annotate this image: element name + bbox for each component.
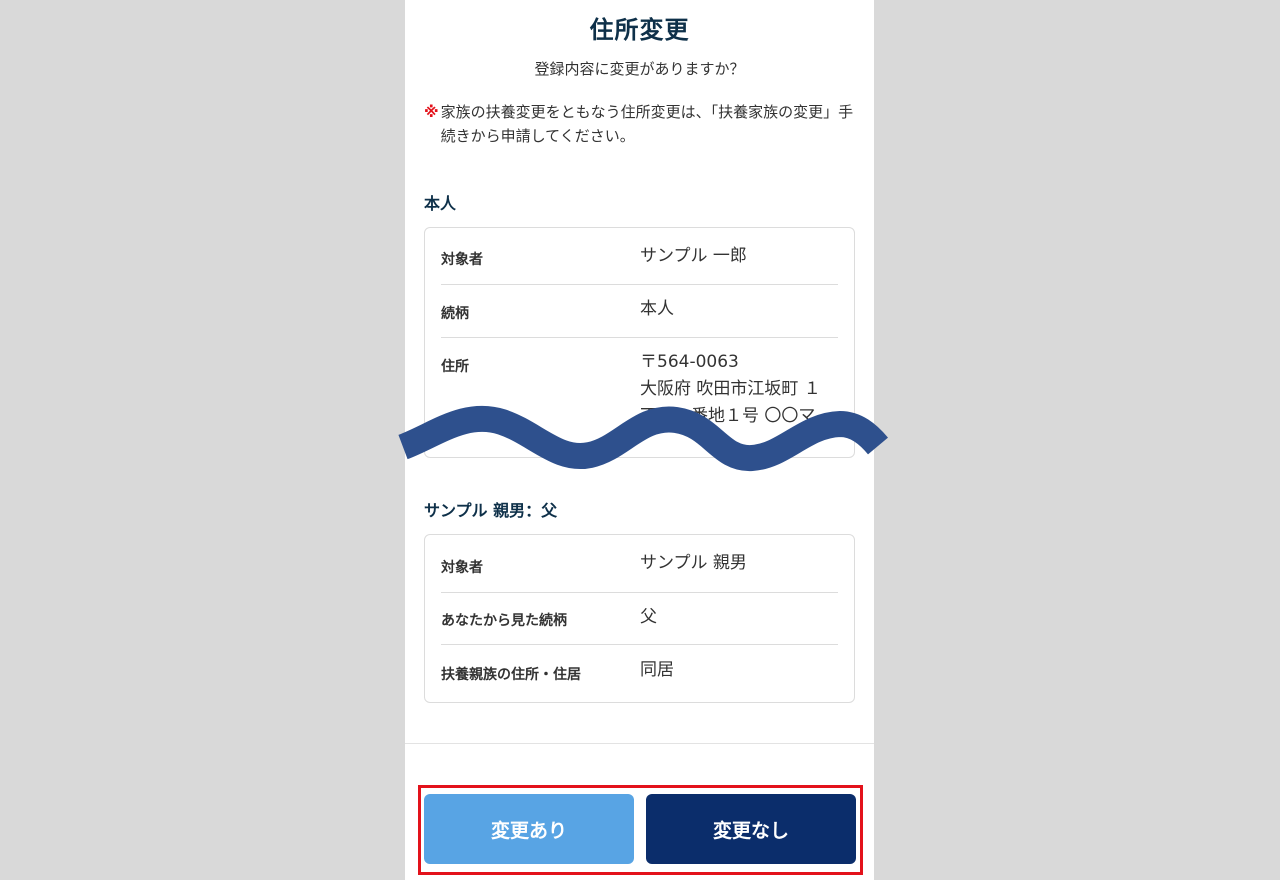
self-target-label: 対象者	[441, 252, 483, 268]
self-row-address: 住所 〒564-0063 大阪府 吹田市江坂町 １ 丁目１番地１号 〇〇マ	[441, 337, 838, 457]
page-title: 住所変更	[589, 16, 690, 44]
self-row-relation: 続柄 本人	[441, 284, 838, 338]
family-row-relation: あなたから見た続柄 父	[441, 592, 838, 645]
address-line-2: 丁目１番地１号 〇〇マ	[640, 406, 816, 426]
self-relation-value: 本人	[640, 299, 674, 319]
family-relation-value: 父	[640, 607, 657, 627]
family-target-label: 対象者	[441, 560, 483, 576]
notice-mark: ※	[424, 103, 439, 121]
address-change-panel: 住所変更 登録内容に変更がありますか？ ※ 家族の扶養変更をともなう住所変更は、…	[405, 0, 874, 880]
family-target-value: サンプル 親男	[640, 553, 747, 573]
family-info-card: 対象者 サンプル 親男 あなたから見た続柄 父 扶養親族の住所・住居 同居	[424, 534, 855, 703]
family-residence-value: 同居	[640, 660, 674, 680]
family-row-residence: 扶養親族の住所・住居 同居	[441, 644, 838, 702]
self-address-label: 住所	[441, 359, 469, 375]
self-row-target: 対象者 サンプル 一郎	[441, 228, 838, 285]
change-yes-button[interactable]: 変更あり	[424, 794, 634, 864]
self-info-card: 対象者 サンプル 一郎 続柄 本人 住所 〒564-0063 大阪府 吹田市江坂…	[424, 227, 855, 458]
change-no-button[interactable]: 変更なし	[646, 794, 856, 864]
footer-divider	[405, 743, 874, 744]
family-section-title: サンプル 親男：父	[424, 501, 558, 520]
family-relation-label: あなたから見た続柄	[441, 613, 567, 629]
self-relation-label: 続柄	[441, 306, 469, 322]
self-section-title: 本人	[424, 194, 457, 213]
address-line-1: 大阪府 吹田市江坂町 １	[640, 379, 821, 399]
page-subtitle: 登録内容に変更がありますか？	[534, 60, 745, 78]
action-buttons-highlight: 変更あり 変更なし	[418, 785, 863, 875]
self-target-value: サンプル 一郎	[640, 246, 747, 266]
notice-text: 家族の扶養変更をともなう住所変更は、「扶養家族の変更」手続きから申請してください…	[440, 103, 854, 145]
family-residence-label: 扶養親族の住所・住居	[441, 667, 581, 683]
self-address-value: 〒564-0063 大阪府 吹田市江坂町 １ 丁目１番地１号 〇〇マ	[640, 349, 840, 430]
address-postal-code: 〒564-0063	[640, 352, 739, 372]
family-row-target: 対象者 サンプル 親男	[441, 535, 838, 593]
notice: ※ 家族の扶養変更をともなう住所変更は、「扶養家族の変更」手続きから申請してくだ…	[424, 100, 856, 148]
